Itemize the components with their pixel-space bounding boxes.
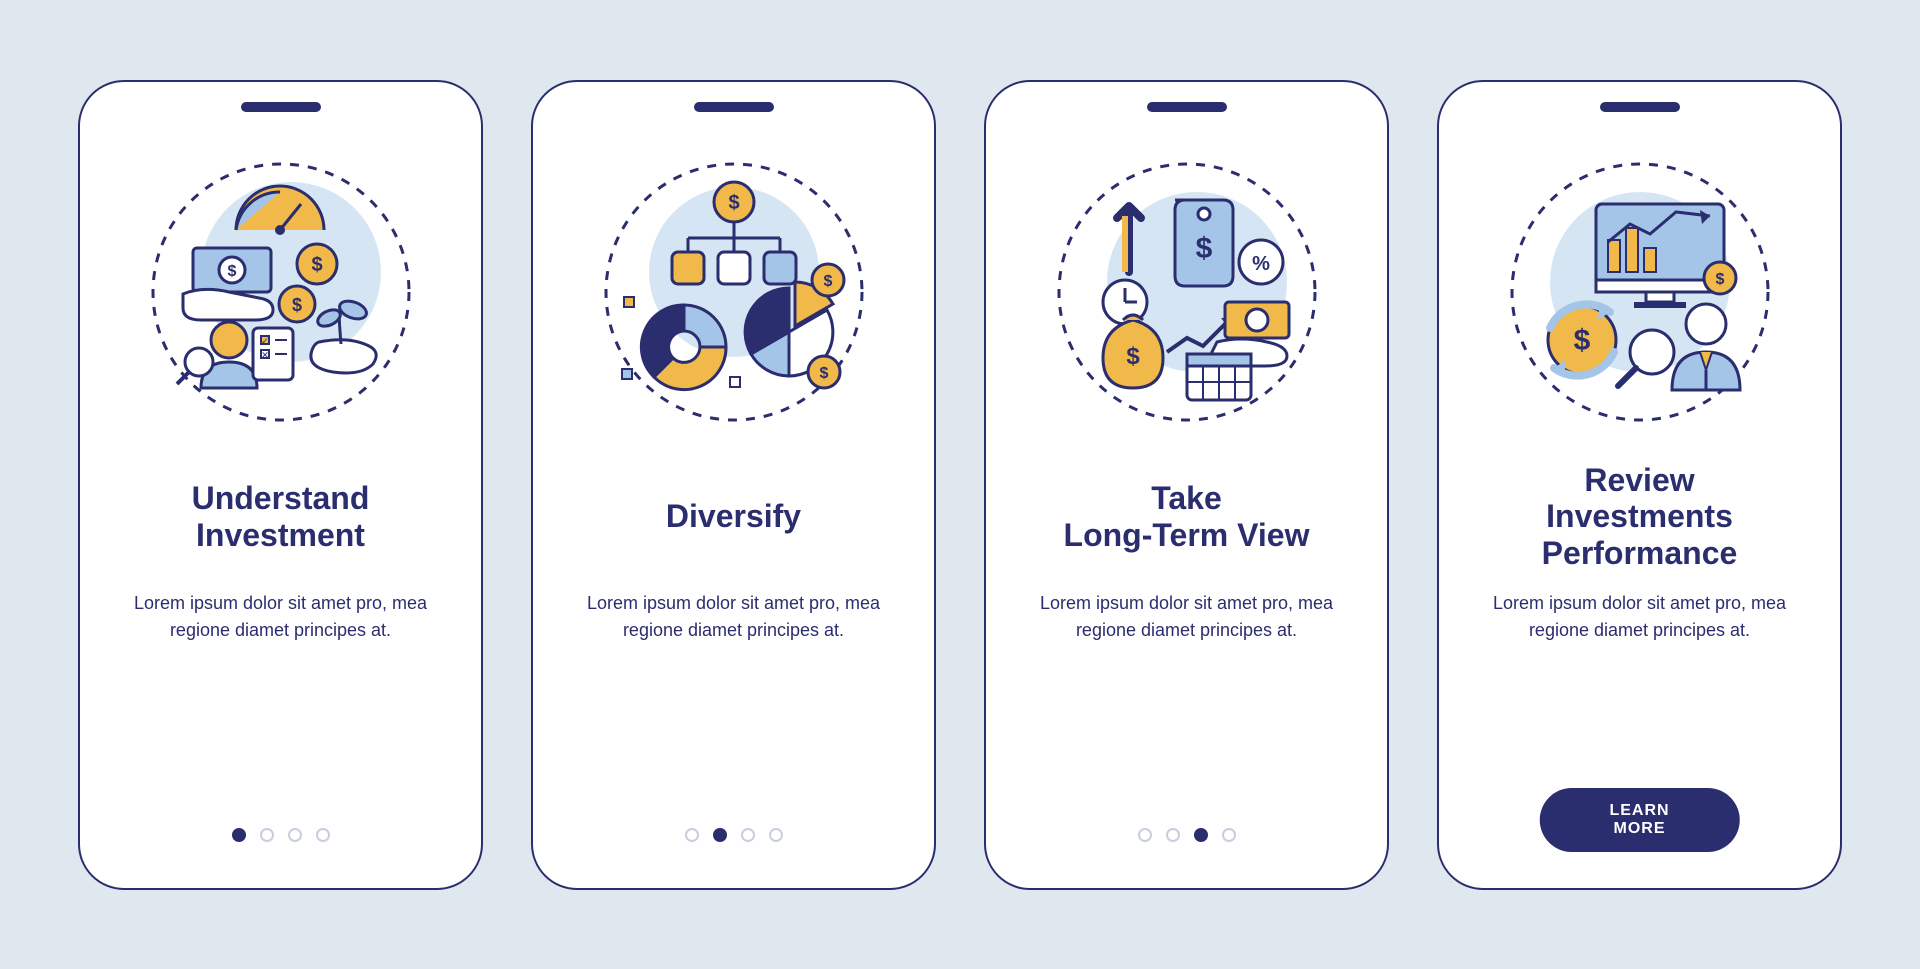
long-term-view-icon: $ % $ — [1047, 152, 1327, 432]
svg-text:$: $ — [823, 273, 832, 290]
pager-dot-1[interactable] — [1138, 828, 1152, 842]
card-body: Lorem ipsum dolor sit amet pro, mea regi… — [1490, 590, 1790, 644]
card-body: Lorem ipsum dolor sit amet pro, mea regi… — [584, 590, 884, 644]
pager-dot-4[interactable] — [1222, 828, 1236, 842]
onboarding-card-1: $ $ $ ✓ ✕ — [78, 80, 483, 890]
card-title: Review Investments Performance — [1542, 462, 1738, 572]
card-title: Understand Investment — [192, 462, 370, 572]
svg-text:$: $ — [1573, 324, 1590, 357]
learn-more-button[interactable]: LEARN MORE — [1539, 788, 1740, 852]
page-indicator — [1138, 828, 1236, 842]
pager-dot-4[interactable] — [769, 828, 783, 842]
onboarding-card-2: $ — [531, 80, 936, 890]
page-indicator — [232, 828, 330, 842]
svg-text:$: $ — [227, 263, 236, 280]
onboarding-card-4: $ $ Review Investments Performance Lorem… — [1437, 80, 1842, 890]
pager-dot-1[interactable] — [232, 828, 246, 842]
page-indicator — [685, 828, 783, 842]
card-body: Lorem ipsum dolor sit amet pro, mea regi… — [1037, 590, 1337, 644]
svg-text:$: $ — [728, 192, 739, 214]
pager-dot-1[interactable] — [685, 828, 699, 842]
svg-text:$: $ — [819, 365, 828, 382]
pager-dot-3[interactable] — [1194, 828, 1208, 842]
pager-dot-4[interactable] — [316, 828, 330, 842]
review-performance-icon: $ $ — [1500, 152, 1780, 432]
svg-text:$: $ — [1126, 343, 1140, 370]
svg-text:✕: ✕ — [261, 350, 269, 360]
svg-text:$: $ — [1715, 271, 1724, 288]
svg-text:%: % — [1252, 253, 1270, 275]
pager-dot-3[interactable] — [741, 828, 755, 842]
svg-text:✓: ✓ — [261, 336, 269, 346]
svg-text:$: $ — [311, 254, 322, 276]
pager-dot-2[interactable] — [260, 828, 274, 842]
pager-dot-2[interactable] — [713, 828, 727, 842]
card-body: Lorem ipsum dolor sit amet pro, mea regi… — [131, 590, 431, 644]
svg-text:$: $ — [291, 295, 301, 315]
card-title: Diversify — [666, 462, 801, 572]
understand-investment-icon: $ $ $ ✓ ✕ — [141, 152, 421, 432]
pager-dot-3[interactable] — [288, 828, 302, 842]
onboarding-card-3: $ % $ — [984, 80, 1389, 890]
card-title: Take Long-Term View — [1064, 462, 1310, 572]
svg-text:$: $ — [1195, 232, 1212, 265]
diversify-icon: $ — [594, 152, 874, 432]
pager-dot-2[interactable] — [1166, 828, 1180, 842]
onboarding-cards-row: $ $ $ ✓ ✕ — [78, 80, 1842, 890]
